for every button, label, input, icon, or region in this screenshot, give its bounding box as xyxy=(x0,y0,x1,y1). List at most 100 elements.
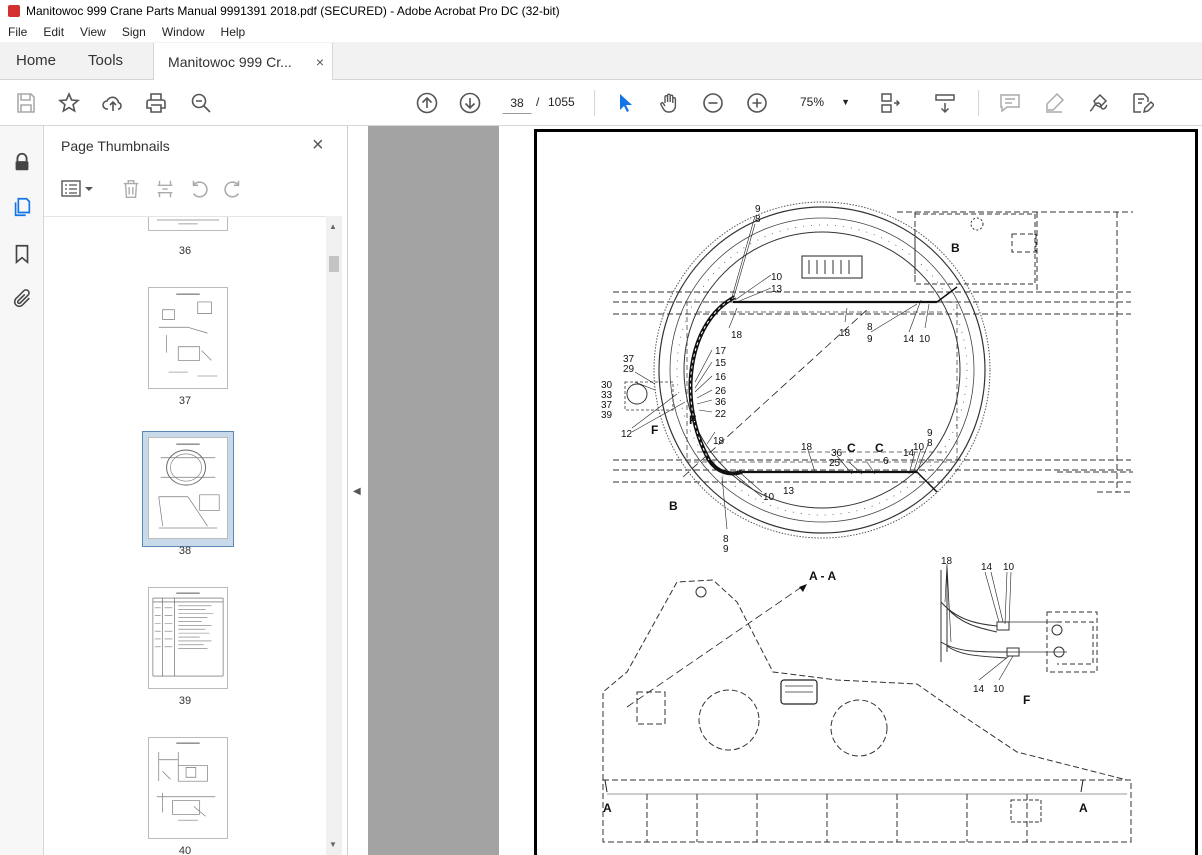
menu-edit[interactable]: Edit xyxy=(35,25,72,39)
hand-tool-icon[interactable] xyxy=(655,89,683,117)
callout: 6 xyxy=(883,456,889,467)
scroll-up-icon[interactable]: ▲ xyxy=(329,222,337,231)
thumbnail-label-40: 40 xyxy=(178,845,192,855)
find-zoom-icon[interactable] xyxy=(187,89,215,117)
tab-document[interactable]: Manitowoc 999 Cr... × xyxy=(153,43,334,80)
callout: 9 xyxy=(723,544,729,555)
thumbnail-page-38[interactable] xyxy=(148,437,228,539)
save-icon[interactable] xyxy=(12,89,40,117)
delete-page-icon[interactable] xyxy=(118,176,144,202)
bookmark-icon[interactable] xyxy=(8,240,36,268)
section-label: F xyxy=(689,413,696,427)
thumbnail-scrollbar[interactable]: ▲ ▼ xyxy=(326,216,342,855)
callout: 13 xyxy=(771,284,783,295)
acrobat-logo-icon xyxy=(8,5,20,17)
menu-file[interactable]: File xyxy=(0,25,35,39)
thumbnail-toolbar xyxy=(56,174,336,204)
next-page-icon[interactable] xyxy=(456,89,484,117)
callout: 10 xyxy=(919,334,931,345)
lock-icon[interactable] xyxy=(8,148,36,176)
extract-page-icon[interactable] xyxy=(152,176,178,202)
section-label: C xyxy=(875,441,884,455)
callout: 17 xyxy=(715,346,727,357)
callout: 10 xyxy=(771,272,783,283)
page-separator: / xyxy=(536,95,540,109)
callout: 18 xyxy=(801,442,813,453)
acrobat-window: { "window": { "title": "Manitowoc 999 Cr… xyxy=(0,0,1202,855)
page-thumbnails-panel: Page Thumbnails × 36 37 38 39 40 ▲ ▼ xyxy=(44,126,348,855)
draw-signature-icon[interactable] xyxy=(1084,89,1112,117)
callout: 18 xyxy=(839,328,851,339)
callout: 8 xyxy=(927,438,933,449)
print-icon[interactable] xyxy=(142,89,170,117)
previous-page-icon[interactable] xyxy=(413,89,441,117)
pdf-page: 9 8 10 13 18 18 8 9 14 10 B 37 29 30 33 … xyxy=(534,129,1198,855)
callout: 36 xyxy=(715,397,727,408)
callout: 26 xyxy=(715,386,727,397)
menu-sign[interactable]: Sign xyxy=(114,25,154,39)
callout: 29 xyxy=(623,364,635,375)
rotate-clockwise-icon[interactable] xyxy=(220,176,246,202)
callout: 10 xyxy=(1003,562,1015,573)
title-bar: Manitowoc 999 Crane Parts Manual 9991391… xyxy=(0,0,1202,22)
section-label: C xyxy=(847,441,856,455)
toolbar-divider xyxy=(594,90,595,116)
tab-tools[interactable]: Tools xyxy=(72,42,139,79)
callout: 25 xyxy=(829,458,841,469)
edit-pdf-icon[interactable] xyxy=(1128,89,1156,117)
page-number-input[interactable]: 38 xyxy=(502,90,532,114)
scrollbar-thumb[interactable] xyxy=(329,256,339,272)
select-cursor-icon[interactable] xyxy=(611,89,639,117)
callout: 16 xyxy=(715,372,727,383)
document-viewport[interactable]: ◀ 9 8 10 13 18 18 8 9 14 10 B 37 29 30 3… xyxy=(348,126,1202,855)
callout: 15 xyxy=(715,358,727,369)
section-label: A xyxy=(603,801,612,815)
attachment-paperclip-icon[interactable] xyxy=(8,285,36,313)
thumbnail-label-37: 37 xyxy=(178,395,192,407)
menu-bar: File Edit View Sign Window Help xyxy=(0,22,1202,42)
callout: 22 xyxy=(715,409,727,420)
parts-diagram: 9 8 10 13 18 18 8 9 14 10 B 37 29 30 33 … xyxy=(601,201,1133,843)
options-menu-icon[interactable] xyxy=(60,176,96,202)
page-layout-icon[interactable] xyxy=(876,89,904,117)
scroll-down-icon[interactable]: ▼ xyxy=(329,840,337,849)
upload-cloud-icon[interactable] xyxy=(99,89,127,117)
star-icon[interactable] xyxy=(55,89,83,117)
tab-bar: Home Tools Manitowoc 999 Cr... × xyxy=(0,42,1202,80)
callout: 18 xyxy=(941,556,953,567)
menu-window[interactable]: Window xyxy=(154,25,213,39)
scrolling-mode-icon[interactable] xyxy=(931,89,959,117)
highlight-pen-icon[interactable] xyxy=(1040,89,1068,117)
callout: 8 xyxy=(755,214,761,225)
close-tab-icon[interactable]: × xyxy=(316,54,324,70)
callout: 10 xyxy=(993,684,1005,695)
zoom-level-select[interactable]: 75% ▼ xyxy=(786,90,856,114)
window-title: Manitowoc 999 Crane Parts Manual 9991391… xyxy=(26,4,560,18)
zoom-out-icon[interactable] xyxy=(699,89,727,117)
section-label: A xyxy=(1079,801,1088,815)
thumbnail-page-36[interactable] xyxy=(148,217,228,231)
rotate-counterclockwise-icon[interactable] xyxy=(186,176,212,202)
toolbar-divider xyxy=(978,90,979,116)
document-tab-label: Manitowoc 999 Cr... xyxy=(168,53,292,70)
thumbnail-label-36: 36 xyxy=(178,245,192,257)
page-thumbnails-icon[interactable] xyxy=(8,193,36,221)
menu-view[interactable]: View xyxy=(72,25,114,39)
callout: 10 xyxy=(763,492,775,503)
thumbnail-page-37[interactable] xyxy=(148,287,228,389)
tab-home[interactable]: Home xyxy=(0,42,72,79)
menu-help[interactable]: Help xyxy=(213,25,254,39)
section-label: B xyxy=(669,499,678,513)
callout: 8 xyxy=(867,322,873,333)
zoom-in-icon[interactable] xyxy=(743,89,771,117)
panel-title: Page Thumbnails xyxy=(61,138,170,154)
thumbnail-page-39[interactable] xyxy=(148,587,228,689)
thumbnail-page-40[interactable] xyxy=(148,737,228,839)
collapse-panel-icon[interactable]: ◀ xyxy=(353,486,361,497)
callout: 13 xyxy=(783,486,795,497)
callout: 18 xyxy=(713,436,725,447)
callout: 14 xyxy=(973,684,985,695)
comment-icon[interactable] xyxy=(996,89,1024,117)
close-panel-icon[interactable]: × xyxy=(312,134,324,157)
callout: 18 xyxy=(731,330,743,341)
